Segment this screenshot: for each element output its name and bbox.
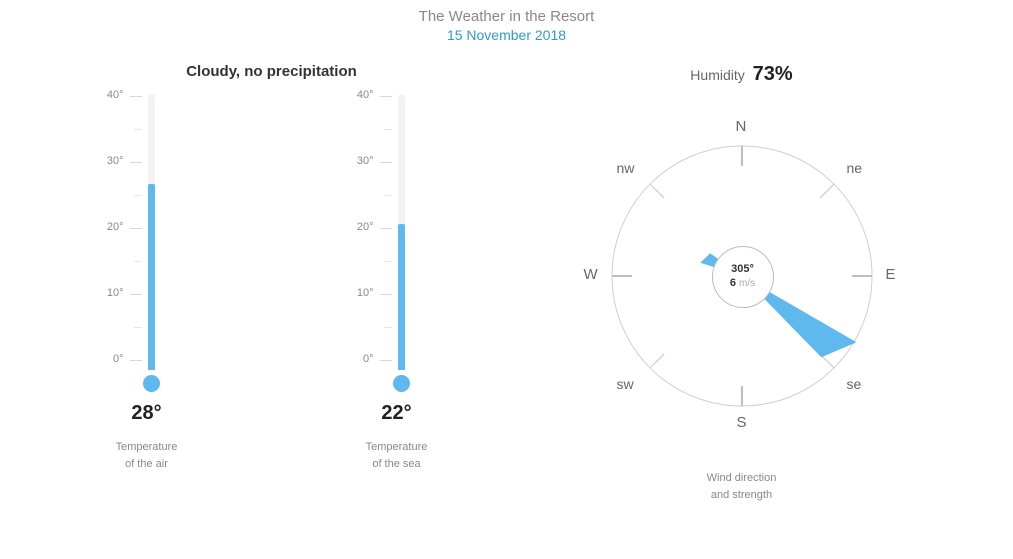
thermometer-sea-body: 40° 30° 20° 10° 0° xyxy=(342,94,452,374)
panels: Cloudy, no precipitation 40° 30° 20° 10°… xyxy=(37,63,977,503)
air-temperature-value: 28° xyxy=(131,402,161,425)
caption-line: Temperature xyxy=(116,441,178,453)
tick-label: 30° xyxy=(342,155,374,167)
thermometer-air-bulb xyxy=(143,375,160,392)
thermometer-air-scale: 40° 30° 20° 10° 0° xyxy=(92,94,147,374)
tick-label: 40° xyxy=(92,89,124,101)
caption-line: Wind direction xyxy=(707,472,777,484)
tick-label: 30° xyxy=(92,155,124,167)
thermometers-row: 40° 30° 20° 10° 0° xyxy=(77,94,467,472)
thermometer-air-body: 40° 30° 20° 10° 0° xyxy=(92,94,202,374)
tick-label: 0° xyxy=(342,353,374,365)
wind-panel: Humidity 73% xyxy=(507,63,977,503)
air-temperature-caption: Temperature of the air xyxy=(116,439,178,472)
tick-label: 20° xyxy=(92,221,124,233)
tick-label: 0° xyxy=(92,353,124,365)
tick-label: 10° xyxy=(342,287,374,299)
wind-speed-value: 6 xyxy=(730,277,736,289)
compass-label-n: N xyxy=(736,118,747,135)
compass: N ne E se S sw W nw 305° 6 m/s xyxy=(562,96,922,456)
caption-line: and strength xyxy=(711,489,772,501)
thermometer-sea-fill xyxy=(398,224,405,370)
compass-label-nw: nw xyxy=(617,160,635,176)
compass-caption: Wind direction and strength xyxy=(707,470,777,503)
wind-degrees: 305° xyxy=(731,263,754,277)
tick-label: 10° xyxy=(92,287,124,299)
caption-line: Temperature xyxy=(366,441,428,453)
thermometer-sea: 40° 30° 20° 10° 0° xyxy=(327,94,467,472)
caption-line: of the sea xyxy=(372,458,420,470)
weather-condition: Cloudy, no precipitation xyxy=(186,63,357,80)
thermometer-air: 40° 30° 20° 10° 0° xyxy=(77,94,217,472)
sea-temperature-value: 22° xyxy=(381,402,411,425)
humidity-label: Humidity xyxy=(690,67,744,83)
humidity-row: Humidity 73% xyxy=(690,63,792,86)
wind-speed-unit: m/s xyxy=(739,278,755,289)
sea-temperature-caption: Temperature of the sea xyxy=(366,439,428,472)
compass-label-ne: ne xyxy=(847,160,863,176)
compass-label-s: S xyxy=(737,414,747,431)
thermometer-sea-bulb xyxy=(393,375,410,392)
compass-label-e: E xyxy=(886,266,896,283)
compass-label-w: W xyxy=(584,266,598,283)
wind-speed: 6 m/s xyxy=(730,277,755,291)
compass-label-sw: sw xyxy=(617,376,634,392)
compass-hub: 305° 6 m/s xyxy=(712,246,774,308)
compass-label-se: se xyxy=(847,376,862,392)
caption-line: of the air xyxy=(125,458,168,470)
tick-label: 40° xyxy=(342,89,374,101)
page-date: 15 November 2018 xyxy=(447,27,566,43)
thermometer-sea-scale: 40° 30° 20° 10° 0° xyxy=(342,94,397,374)
page-title: The Weather in the Resort xyxy=(419,8,595,25)
tick-label: 20° xyxy=(342,221,374,233)
humidity-value: 73% xyxy=(753,63,793,85)
thermometer-air-fill xyxy=(148,184,155,370)
thermometer-panel: Cloudy, no precipitation 40° 30° 20° 10°… xyxy=(37,63,507,503)
